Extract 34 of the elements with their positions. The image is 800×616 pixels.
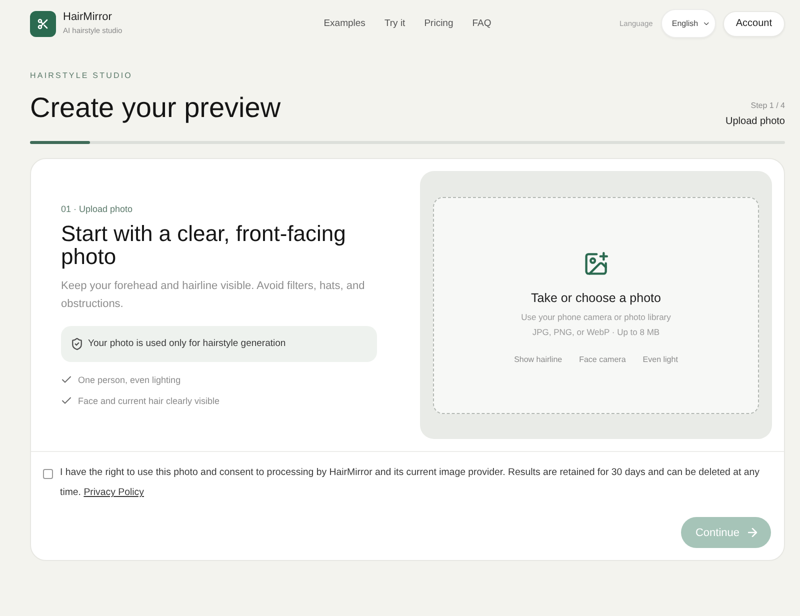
step-counter: Step 1 / 4 bbox=[750, 100, 785, 112]
step-name: Upload photo bbox=[726, 115, 785, 129]
language-select[interactable]: English bbox=[660, 9, 716, 38]
check-icon bbox=[62, 397, 71, 404]
account-button[interactable]: Account bbox=[722, 10, 785, 36]
upload-dropzone[interactable]: Take or choose a photo Use your phone camera or photo library JPG, PNG, or WebP · Up to 8 MB Show hairline Face camera Even light bbox=[433, 197, 759, 414]
shield-check-icon bbox=[72, 338, 82, 350]
arrow-right-icon bbox=[748, 528, 757, 537]
nav-link[interactable]: FAQ bbox=[472, 18, 492, 29]
upload-hint: Use your phone camera or photo library bbox=[521, 310, 671, 324]
brand-name: HairMirror bbox=[63, 11, 113, 24]
privacy-note-text: Your photo is used only for hairstyle generation bbox=[88, 338, 286, 349]
section-heading: Start with a clear, front-facing photo bbox=[61, 222, 347, 268]
scissors-logo-icon bbox=[30, 10, 56, 36]
image-plus-icon bbox=[584, 252, 608, 274]
photo-tip: Show hairline bbox=[514, 354, 562, 366]
step-label: 01 · Upload photo bbox=[61, 202, 134, 214]
page-title: Create your preview bbox=[30, 91, 281, 125]
chevron-down-icon bbox=[704, 22, 709, 26]
photo-tip: Face camera bbox=[579, 354, 626, 366]
upload-title: Take or choose a photo bbox=[531, 290, 661, 306]
description-text: Keep your forehead and hairline visible. Avoid filters, hats, and obstructions. bbox=[61, 278, 366, 312]
nav-link[interactable]: Try it bbox=[384, 18, 406, 29]
consent-checkbox[interactable] bbox=[43, 469, 53, 479]
photo-tip: Even light bbox=[642, 354, 678, 366]
upload-formats: JPG, PNG, or WebP · Up to 8 MB bbox=[532, 326, 660, 339]
privacy-policy-link[interactable]: Privacy Policy bbox=[84, 487, 144, 498]
consent-text: I have the right to use this photo and consent to processing by HairMirror and its current image provider. Results are retained for 30 days and can be deleted at any time. Privacy Policy bbox=[60, 466, 761, 500]
checklist-item: Face and current hair clearly visible bbox=[78, 394, 220, 408]
nav-link[interactable]: Examples bbox=[324, 18, 366, 29]
check-icon bbox=[62, 376, 71, 383]
nav-link[interactable]: Pricing bbox=[424, 18, 454, 29]
checklist-item: One person, even lighting bbox=[78, 374, 181, 386]
section-eyebrow: HAIRSTYLE STUDIO bbox=[30, 71, 134, 81]
